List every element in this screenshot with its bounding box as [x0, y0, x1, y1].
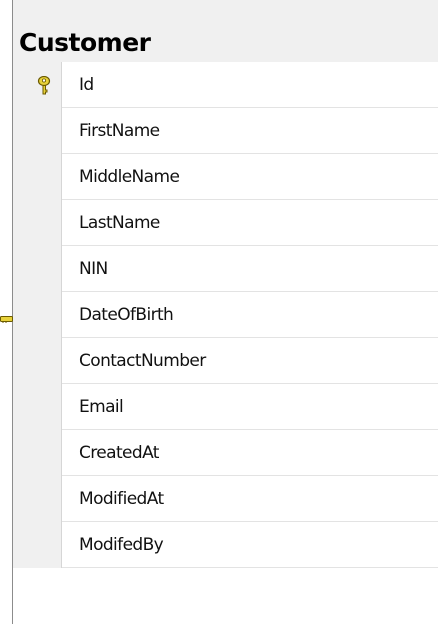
- column-row[interactable]: Email: [13, 384, 438, 430]
- column-name: MiddleName: [79, 167, 180, 187]
- column-row[interactable]: MiddleName: [13, 154, 438, 200]
- column-row[interactable]: CreatedAt: [13, 430, 438, 476]
- column-name: DateOfBirth: [79, 305, 174, 325]
- column-name: ModifiedAt: [79, 489, 164, 509]
- column-row[interactable]: DateOfBirth: [13, 292, 438, 338]
- column-name: ContactNumber: [79, 351, 206, 371]
- column-row[interactable]: FirstName: [13, 108, 438, 154]
- column-row[interactable]: Id: [13, 62, 438, 108]
- column-row[interactable]: ModifedBy: [13, 522, 438, 568]
- diagram-canvas: Customer Id FirstName MiddleName LastName NI…: [0, 0, 438, 624]
- column-name: Id: [79, 75, 94, 95]
- column-name: Email: [79, 397, 124, 417]
- column-name: FirstName: [79, 121, 160, 141]
- column-name: CreatedAt: [79, 443, 159, 463]
- column-row[interactable]: ModifiedAt: [13, 476, 438, 522]
- primary-key-icon: [37, 76, 51, 95]
- column-name: ModifedBy: [79, 535, 164, 555]
- column-name: LastName: [79, 213, 160, 233]
- table-title: Customer: [19, 28, 151, 57]
- column-name: NIN: [79, 259, 108, 279]
- table-empty-area: [13, 568, 438, 624]
- column-row[interactable]: NIN: [13, 246, 438, 292]
- column-list: Id FirstName MiddleName LastName NIN DateOfBi…: [13, 62, 438, 568]
- relationship-key-icon[interactable]: [0, 314, 14, 324]
- column-row[interactable]: LastName: [13, 200, 438, 246]
- column-row[interactable]: ContactNumber: [13, 338, 438, 384]
